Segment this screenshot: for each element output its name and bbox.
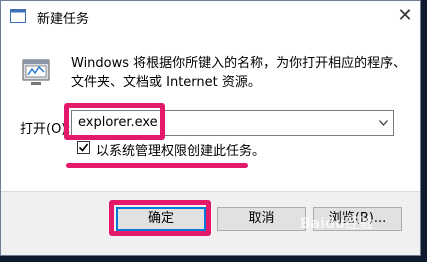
cancel-button[interactable]: 取消 [217, 207, 306, 231]
ok-highlight-box [109, 200, 211, 236]
checkbox-highlight-underline [66, 163, 248, 168]
chevron-down-icon[interactable] [379, 120, 388, 126]
run-program-icon [22, 59, 50, 85]
admin-checkbox-label[interactable]: 以系统管理权限创建此任务。 [96, 140, 265, 159]
dialog-description: Windows 将根据你所键入的名称，为你打开相应的程序、文件夹、文档或 Int… [71, 56, 407, 90]
close-button[interactable]: ✕ [394, 5, 416, 27]
input-highlight-box [64, 103, 165, 140]
close-icon: ✕ [397, 5, 413, 26]
watermark: Baidu经验 [300, 216, 373, 232]
admin-checkbox[interactable] [77, 141, 90, 154]
window-title: 新建任务 [37, 12, 90, 27]
window-icon [10, 9, 26, 23]
checkmark-icon [78, 143, 89, 152]
title-bar: 新建任务 ✕ [1, 1, 420, 31]
